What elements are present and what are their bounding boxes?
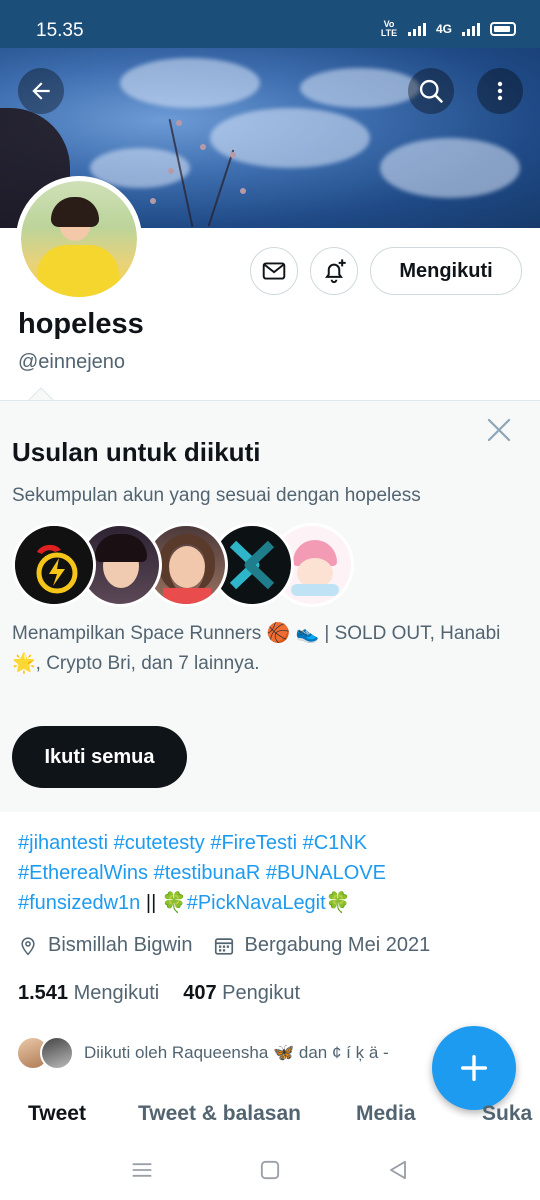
notifications-button[interactable] — [310, 247, 358, 295]
joined-date: Bergabung Mei 2021 — [244, 934, 431, 956]
profile-avatar[interactable] — [16, 176, 142, 302]
follow-all-button[interactable]: Ikuti semua — [12, 726, 187, 788]
suggested-avatars[interactable] — [12, 523, 354, 607]
message-button[interactable] — [250, 247, 298, 295]
status-bar: 15.35 Vo LTE 4G — [0, 0, 540, 48]
bio-separator: || 🍀 — [140, 892, 187, 914]
suggestions-subtitle: Sekumpulan akun yang sesuai dengan hopel… — [12, 485, 421, 506]
tab-media[interactable]: Media — [356, 1102, 416, 1126]
suggestions-description: Menampilkan Space Runners 🏀 👟 | SOLD OUT… — [12, 623, 501, 674]
battery-icon — [490, 22, 516, 36]
status-time: 15.35 — [36, 20, 84, 41]
system-back-button[interactable] — [384, 1156, 412, 1184]
square-icon — [260, 1160, 280, 1180]
recent-apps-button[interactable] — [128, 1156, 156, 1184]
menu-lines-icon — [132, 1163, 152, 1177]
bio-line-1[interactable]: #jihantesti #cutetesty #FireTesti #C1NK — [18, 828, 528, 858]
calendar-icon — [214, 937, 233, 955]
suggestions-panel: Usulan untuk diikuti Sekumpulan akun yan… — [0, 400, 540, 812]
back-button[interactable] — [18, 68, 64, 114]
bio-clover: 🍀 — [325, 892, 351, 914]
search-icon — [419, 79, 443, 103]
location-text: Bismillah Bigwin — [48, 934, 193, 956]
triangle-back-icon — [390, 1160, 406, 1180]
envelope-icon — [262, 262, 286, 280]
lightning-logo-icon — [15, 526, 93, 604]
followed-by-text: Diikuti oleh Raqueensha 🦋 dan ¢ í ķ ä - — [84, 1043, 389, 1062]
follower-avatar-2 — [40, 1036, 74, 1070]
suggestions-title: Usulan untuk diikuti — [12, 437, 261, 467]
suggested-avatar-1[interactable] — [12, 523, 96, 607]
signal-icon — [407, 22, 426, 36]
bio-hashtag-picknava[interactable]: #PickNavaLegit — [187, 892, 326, 914]
status-icons: Vo LTE 4G — [380, 20, 516, 38]
display-name: hopeless — [18, 308, 144, 340]
arrow-left-icon — [32, 82, 50, 100]
followed-by-row[interactable]: Diikuti oleh Raqueensha 🦋 dan ¢ í ķ ä - — [16, 1036, 389, 1070]
tab-likes[interactable]: Suka — [482, 1102, 532, 1126]
home-button[interactable] — [256, 1156, 284, 1184]
network-type: 4G — [435, 22, 452, 36]
followers-stat[interactable]: 407 Pengikut — [183, 982, 300, 1005]
volte-icon: Vo LTE — [380, 19, 398, 38]
following-count: 1.541 — [18, 982, 69, 1004]
following-stat[interactable]: 1.541 Mengikuti — [18, 982, 159, 1005]
follow-stats: 1.541 Mengikuti 407 Pengikut — [18, 982, 300, 1005]
bio-hashtag-funsized[interactable]: #funsizedw1n — [18, 892, 140, 914]
more-vertical-icon — [497, 81, 503, 101]
tab-tweet-replies[interactable]: Tweet & balasan — [138, 1102, 301, 1126]
system-nav-bar — [0, 1140, 540, 1200]
followers-count: 407 — [183, 982, 217, 1004]
bio-line-3: #funsizedw1n || 🍀#PickNavaLegit🍀 — [18, 888, 528, 918]
location-pin-icon — [21, 936, 35, 955]
tab-tweet[interactable]: Tweet — [28, 1102, 86, 1126]
profile-tabs: Tweet Tweet & balasan Media Suka — [0, 1090, 540, 1140]
bell-plus-icon — [325, 259, 346, 284]
plus-icon — [460, 1054, 488, 1082]
followers-label: Pengikut — [222, 982, 301, 1004]
following-label: Mengikuti — [73, 982, 160, 1004]
close-suggestions-button[interactable] — [484, 415, 514, 445]
signal-icon-2 — [462, 22, 480, 36]
following-button[interactable]: Mengikuti — [370, 247, 522, 295]
profile-bio: #jihantesti #cutetesty #FireTesti #C1NK … — [18, 828, 528, 918]
user-handle: @einnejeno — [18, 351, 126, 373]
close-icon — [487, 418, 511, 442]
profile-meta: Bismillah Bigwin Bergabung Mei 2021 — [18, 934, 430, 957]
bio-line-2[interactable]: #EtherealWins #testibunaR #BUNALOVE — [18, 858, 528, 888]
more-options-button[interactable] — [477, 68, 523, 114]
search-button[interactable] — [408, 68, 454, 114]
